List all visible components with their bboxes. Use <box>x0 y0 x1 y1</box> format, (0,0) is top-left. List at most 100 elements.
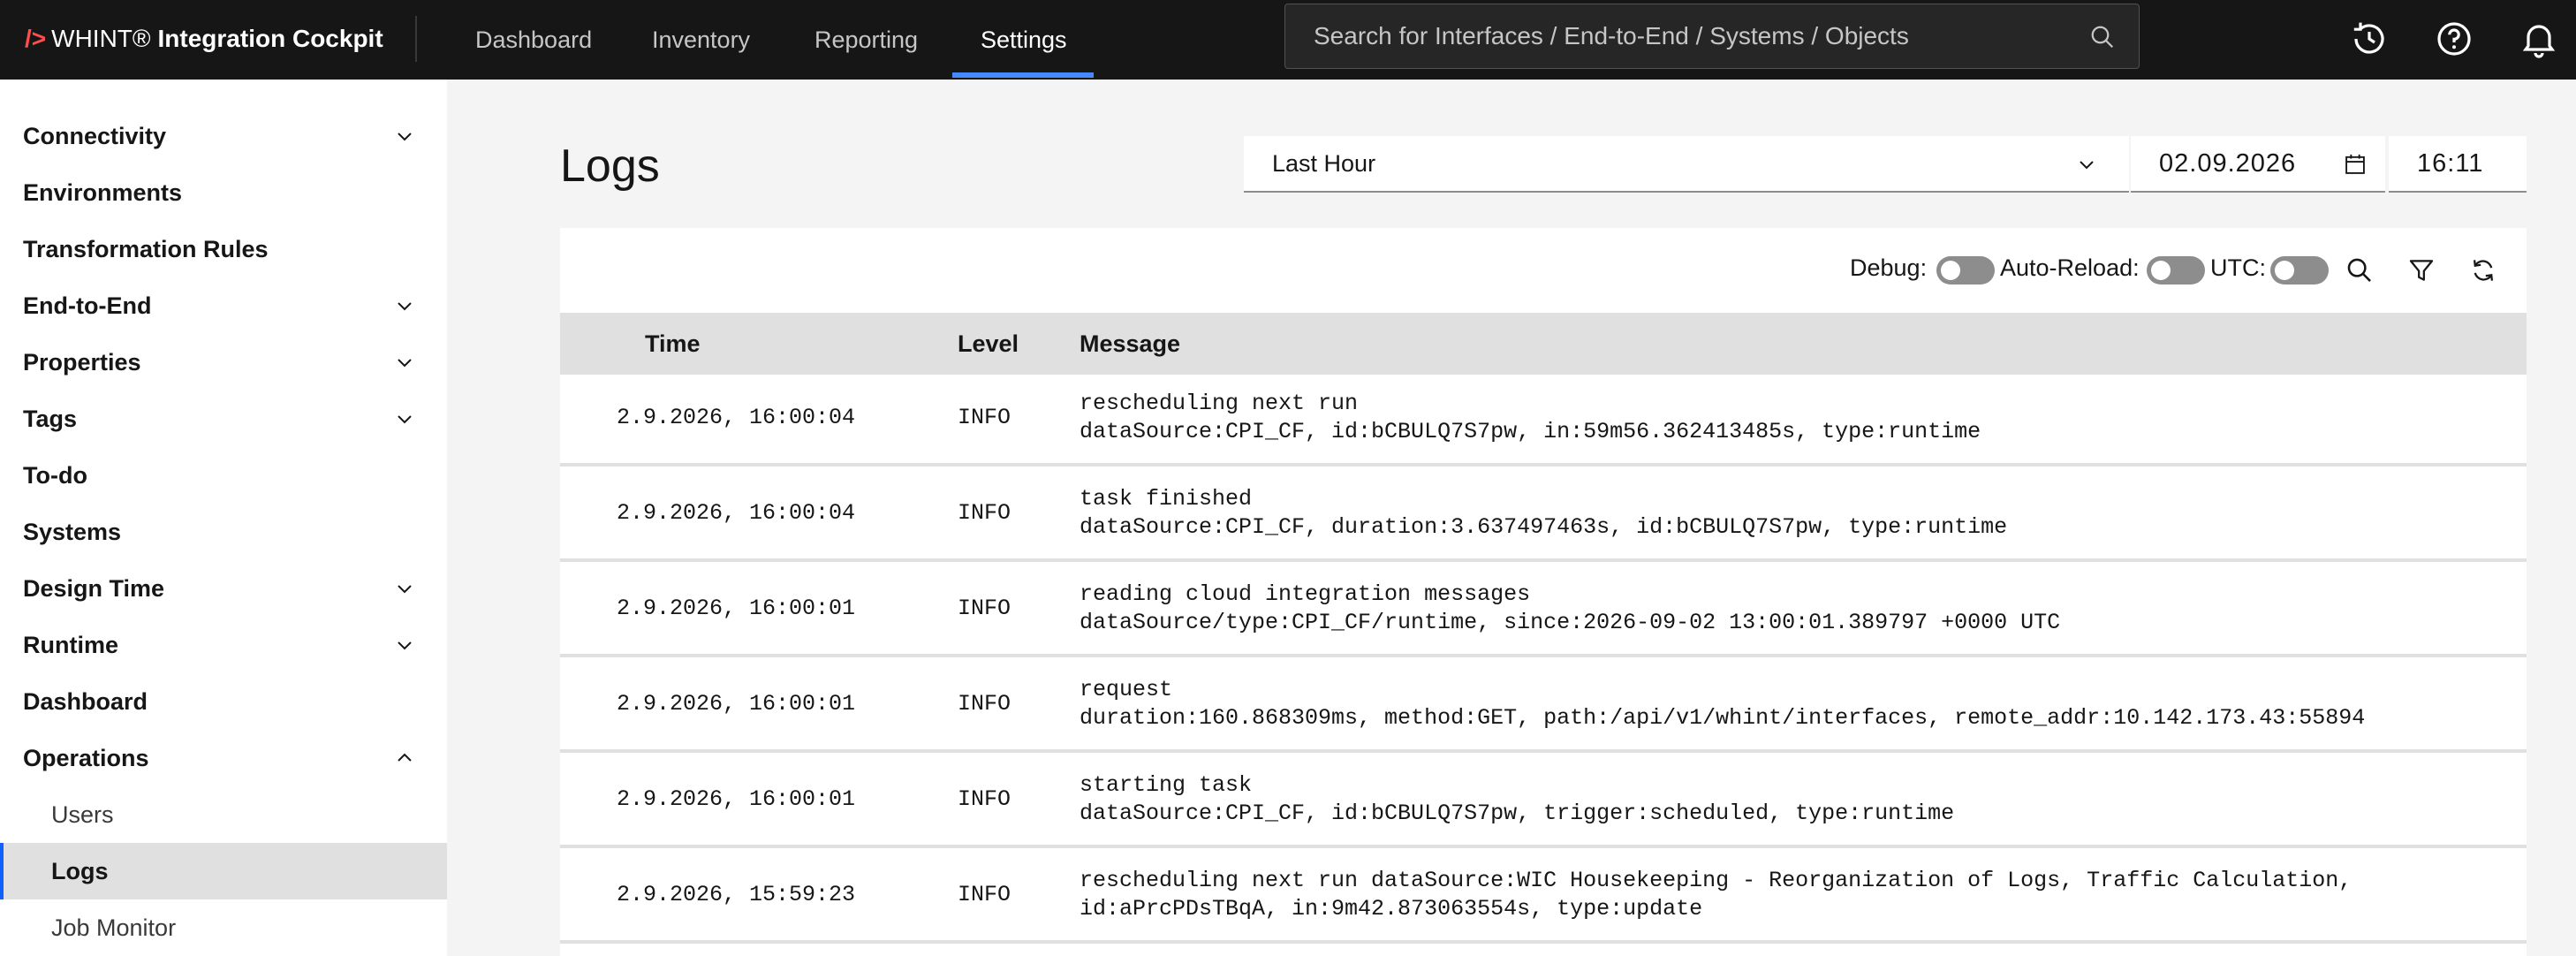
log-message-details: dataSource/type:CPI_CF/runtime, since:20… <box>1080 610 2061 635</box>
sidebar-item-properties[interactable]: Properties <box>0 334 447 391</box>
sidebar-item-label: Users <box>51 800 114 828</box>
search-icon[interactable] <box>2089 24 2116 50</box>
sidebar-item-connectivity[interactable]: Connectivity <box>0 108 447 164</box>
time-input[interactable] <box>2417 136 2514 191</box>
log-message: task finished <box>1080 486 1253 512</box>
sidebar-item-label: To-do <box>23 461 87 489</box>
sidebar-item-design-time[interactable]: Design Time <box>0 560 447 617</box>
notification-icon[interactable] <box>2518 18 2560 60</box>
sidebar-item-label: Properties <box>23 348 141 376</box>
log-message: rescheduling next run dataSource:WIC Hou… <box>1080 868 2352 893</box>
chevron-down-icon <box>398 359 412 368</box>
sidebar-item-transformation-rules[interactable]: Transformation Rules <box>0 221 447 277</box>
nav-reporting[interactable]: Reporting <box>814 0 918 80</box>
sidebar-item-tags[interactable]: Tags <box>0 391 447 447</box>
log-time: 2.9.2026, 16:00:01 <box>617 691 856 717</box>
sidebar-item-logs[interactable]: Logs <box>0 843 447 899</box>
chevron-down-icon <box>398 585 412 594</box>
utc-label: UTC: <box>2210 254 2266 281</box>
sidebar-item-label: Environments <box>23 178 183 206</box>
log-level: INFO <box>958 405 1011 430</box>
sidebar-item-label: Connectivity <box>23 122 167 149</box>
date-picker[interactable] <box>2131 136 2385 193</box>
sidebar-item-label: Logs <box>51 857 109 884</box>
nav-inventory[interactable]: Inventory <box>652 0 750 80</box>
log-message-details: dataSource:CPI_CF, duration:3.637497463s… <box>1080 514 2008 540</box>
brand-slash-mark: /> <box>25 25 47 52</box>
log-message: starting task <box>1080 772 1253 798</box>
sidebar-item-end-to-end[interactable]: End-to-End <box>0 277 447 334</box>
log-message: reading cloud integration messages <box>1080 581 1531 607</box>
sidebar-item-operations[interactable]: Operations <box>0 730 447 786</box>
chevron-up-icon <box>398 753 412 762</box>
nav-settings[interactable]: Settings <box>981 0 1067 80</box>
search-icon[interactable] <box>2345 255 2375 285</box>
log-time: 2.9.2026, 16:00:01 <box>617 596 856 621</box>
column-header-message[interactable]: Message <box>1080 330 1180 358</box>
nav-dashboard[interactable]: Dashboard <box>475 0 592 80</box>
log-level: INFO <box>958 691 1011 717</box>
filter-icon[interactable] <box>2406 255 2436 285</box>
sidebar-item-runtime[interactable]: Runtime <box>0 617 447 673</box>
log-message: rescheduling next run <box>1080 391 1359 416</box>
help-icon[interactable] <box>2433 18 2475 60</box>
brand-name: WHINT® <box>51 25 151 52</box>
history-icon[interactable] <box>2348 18 2390 60</box>
log-time: 2.9.2026, 16:00:04 <box>617 500 856 526</box>
time-picker[interactable] <box>2389 136 2527 193</box>
time-range-value: Last Hour <box>1272 150 1376 177</box>
table-row[interactable]: 2.9.2026, 16:00:04 INFO task finished da… <box>560 470 2527 562</box>
sidebar-item-label: Transformation Rules <box>23 235 269 262</box>
sidebar-item-label: End-to-End <box>23 292 152 319</box>
log-message-details: id:aPrcPDsTBqA, in:9m42.873063554s, type… <box>1080 896 1703 922</box>
log-level: INFO <box>958 786 1011 812</box>
page-title: Logs <box>560 140 660 192</box>
table-row[interactable]: 2.9.2026, 15:59:23 INFO rescheduling nex… <box>560 852 2527 944</box>
search-input[interactable] <box>1285 4 2139 68</box>
sidebar-item-label: Design Time <box>23 574 165 602</box>
chevron-down-icon <box>398 415 412 424</box>
debug-label: Debug: <box>1850 254 1928 281</box>
sidebar-item-environments[interactable]: Environments <box>0 164 447 221</box>
table-row[interactable]: 2.9.2026, 16:00:04 INFO rescheduling nex… <box>560 375 2527 467</box>
chevron-down-icon <box>2080 161 2094 170</box>
brand-logo[interactable]: /> WHINT® Integration Cockpit <box>25 21 383 57</box>
log-message-details: dataSource:CPI_CF, id:bCBULQ7S7pw, in:59… <box>1080 419 1981 444</box>
chevron-down-icon <box>398 133 412 141</box>
sidebar-item-job-monitor[interactable]: Job Monitor <box>0 899 447 956</box>
chevron-down-icon <box>398 641 412 650</box>
global-search[interactable] <box>1284 4 2140 69</box>
sidebar-item-label: Dashboard <box>23 687 148 715</box>
auto-reload-label: Auto-Reload: <box>2000 254 2140 281</box>
sidebar-item-systems[interactable]: Systems <box>0 504 447 560</box>
sidebar-item-label: Tags <box>23 405 78 432</box>
calendar-icon[interactable] <box>2343 152 2368 177</box>
column-header-level[interactable]: Level <box>958 330 1019 358</box>
sidebar-item-label: Job Monitor <box>51 914 177 941</box>
sidebar-item-label: Operations <box>23 744 149 771</box>
time-range-select[interactable]: Last Hour <box>1244 136 2129 193</box>
table-row[interactable]: 2.9.2026, 16:00:01 INFO request duration… <box>560 661 2527 753</box>
table-row[interactable]: 2.9.2026, 16:00:01 INFO starting task da… <box>560 756 2527 848</box>
log-level: INFO <box>958 882 1011 907</box>
sidebar-item-users[interactable]: Users <box>0 786 447 843</box>
logs-table-header: Time Level Message <box>560 313 2527 375</box>
date-input[interactable] <box>2159 136 2336 191</box>
refresh-icon[interactable] <box>2468 255 2498 285</box>
column-header-time[interactable]: Time <box>645 330 701 358</box>
log-time: 2.9.2026, 16:00:04 <box>617 405 856 430</box>
log-time: 2.9.2026, 15:59:23 <box>617 882 856 907</box>
sidebar-item-label: Runtime <box>23 631 118 658</box>
log-message-details: dataSource:CPI_CF, id:bCBULQ7S7pw, trigg… <box>1080 800 1955 826</box>
sidebar-item-to-do[interactable]: To-do <box>0 447 447 504</box>
table-row[interactable]: 2.9.2026, 16:00:01 INFO reading cloud in… <box>560 565 2527 657</box>
header-divider <box>415 16 417 62</box>
nav-active-indicator <box>952 72 1094 78</box>
log-message: request <box>1080 677 1173 702</box>
sidebar-item-dashboard[interactable]: Dashboard <box>0 673 447 730</box>
utc-toggle[interactable] <box>2270 256 2329 285</box>
sidebar-item-label: Systems <box>23 518 122 545</box>
debug-toggle[interactable] <box>1936 256 1995 285</box>
chevron-down-icon <box>398 302 412 311</box>
auto-reload-toggle[interactable] <box>2147 256 2205 285</box>
